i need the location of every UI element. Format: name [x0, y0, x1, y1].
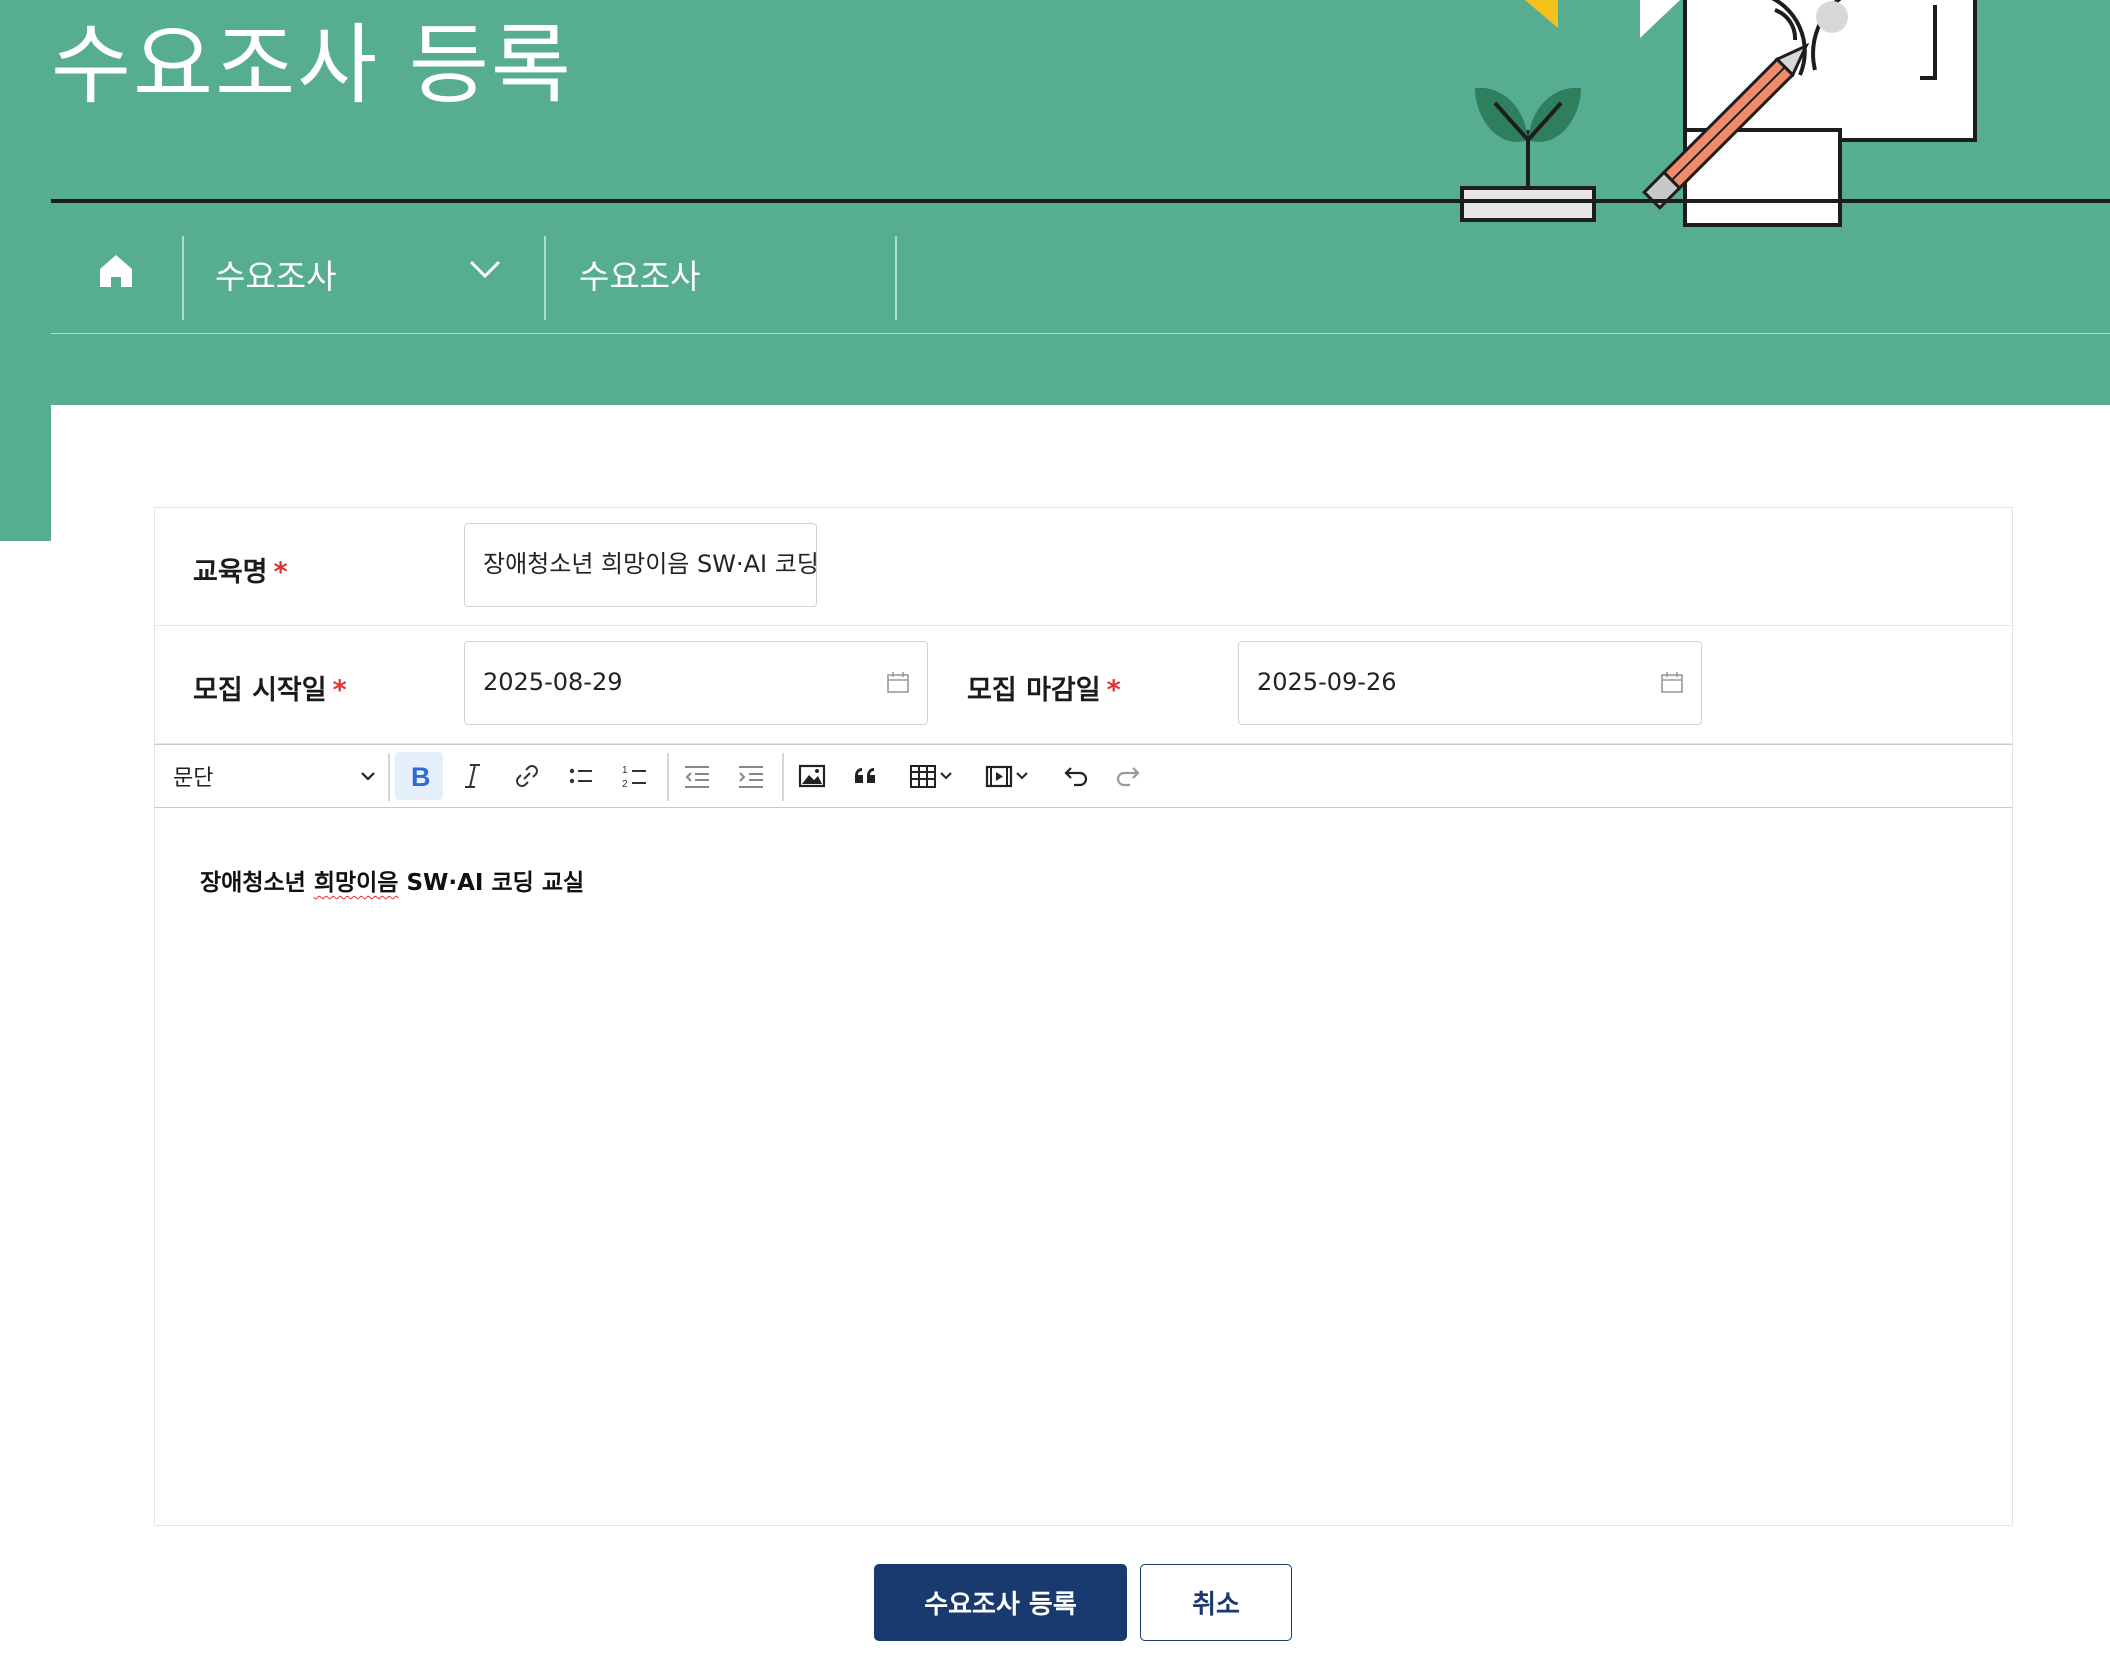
start-date-label: 모집 시작일 * [193, 668, 347, 707]
italic-icon [465, 764, 480, 788]
link-icon [516, 765, 538, 787]
quote-icon [855, 768, 875, 783]
page-title: 수요조사 등록 [51, 14, 573, 116]
editor-toolbar: 문단 B 12 [155, 745, 2012, 808]
end-date-label-text: 모집 마감일 [967, 675, 1101, 706]
end-date-label: 모집 마감일 * [967, 668, 1121, 707]
breadcrumb-separator [182, 236, 184, 320]
media-button[interactable] [972, 752, 1042, 800]
bulleted-list-button[interactable] [557, 752, 605, 800]
spellcheck-word: 희망이음 [313, 870, 399, 896]
start-date-label-text: 모집 시작일 [193, 675, 327, 706]
breadcrumb-level1[interactable]: 수요조사 [215, 250, 336, 298]
required-mark: * [1106, 675, 1121, 706]
image-icon [798, 764, 826, 788]
bold-button[interactable]: B [395, 752, 443, 800]
chevron-down-icon [361, 772, 375, 781]
required-mark: * [332, 675, 347, 706]
course-name-input[interactable]: 장애청소년 희망이음 SW·AI 코딩 교실 [464, 523, 817, 607]
editor-paragraph: 장애청소년 희망이음 SW·AI 코딩 교실 [200, 863, 1967, 897]
image-button[interactable] [788, 752, 836, 800]
calendar-icon[interactable] [1659, 670, 1685, 696]
italic-button[interactable] [449, 752, 497, 800]
indent-button[interactable] [727, 752, 775, 800]
editor-text-part: SW·AI 코딩 교실 [398, 870, 585, 896]
paragraph-select-value: 문단 [173, 766, 214, 791]
numbered-list-button[interactable]: 12 [611, 752, 659, 800]
start-date-value: 2025-08-29 [483, 668, 623, 696]
quote-button[interactable] [842, 752, 890, 800]
outdent-icon [685, 766, 709, 788]
table-button[interactable] [896, 752, 966, 800]
rich-text-editor: 문단 B 12 장애청소년 희망이음 SW·AI 코딩 교실 [155, 744, 2012, 1526]
bulleted-list-icon [569, 768, 592, 784]
svg-text:1: 1 [622, 765, 628, 776]
toolbar-divider [667, 753, 669, 801]
link-button[interactable] [503, 752, 551, 800]
form-row-dates: 모집 시작일 * 2025-08-29 모집 마감일 * 2025-09-26 [155, 626, 2012, 744]
numbered-list-icon: 12 [622, 765, 646, 790]
undo-icon [1064, 767, 1088, 787]
toolbar-divider [388, 753, 390, 801]
end-date-value: 2025-09-26 [1257, 668, 1397, 696]
toolbar-divider [782, 753, 784, 801]
paragraph-select[interactable]: 문단 [165, 752, 385, 800]
white-shape [1640, 0, 1680, 38]
end-date-input[interactable]: 2025-09-26 [1238, 641, 1702, 725]
yellow-shape [1525, 0, 1558, 28]
table-icon [910, 765, 936, 788]
home-icon[interactable] [95, 250, 137, 292]
media-icon [985, 765, 1013, 788]
editor-content-area[interactable]: 장애청소년 희망이음 SW·AI 코딩 교실 [155, 808, 2012, 1526]
breadcrumb-separator [544, 236, 546, 320]
redo-icon [1116, 767, 1140, 787]
undo-button[interactable] [1051, 752, 1099, 800]
chevron-down-icon[interactable] [467, 254, 503, 284]
header-divider [51, 199, 2110, 203]
chevron-down-icon [1016, 772, 1028, 780]
outdent-button[interactable] [673, 752, 721, 800]
breadcrumb-separator [895, 236, 897, 320]
svg-text:B: B [411, 762, 431, 791]
cancel-button[interactable]: 취소 [1140, 1564, 1292, 1641]
calendar-icon[interactable] [885, 670, 911, 696]
course-name-label: 교육명 * [193, 550, 288, 589]
required-mark: * [273, 557, 288, 588]
svg-text:2: 2 [622, 779, 628, 790]
form-row-course: 교육명* 장애청소년 희망이음 SW·AI 코딩 교실 [155, 508, 2012, 626]
header-strip [0, 405, 51, 541]
editor-text-part: 장애청소년 [200, 870, 314, 896]
header-illustration [1460, 0, 1977, 227]
submit-survey-button[interactable]: 수요조사 등록 [874, 1564, 1127, 1641]
survey-form: 교육명* 장애청소년 희망이음 SW·AI 코딩 교실 모집 시작일* 2025… [154, 507, 2013, 1526]
indent-icon [739, 766, 763, 788]
course-name-label-text: 교육명 [193, 557, 268, 588]
breadcrumb: 수요조사 수요조사 [51, 230, 2110, 334]
start-date-input[interactable]: 2025-08-29 [464, 641, 928, 725]
redo-button[interactable] [1105, 752, 1153, 800]
bold-icon: B [411, 762, 431, 791]
chevron-down-icon [940, 772, 952, 780]
breadcrumb-level2[interactable]: 수요조사 [579, 250, 700, 298]
